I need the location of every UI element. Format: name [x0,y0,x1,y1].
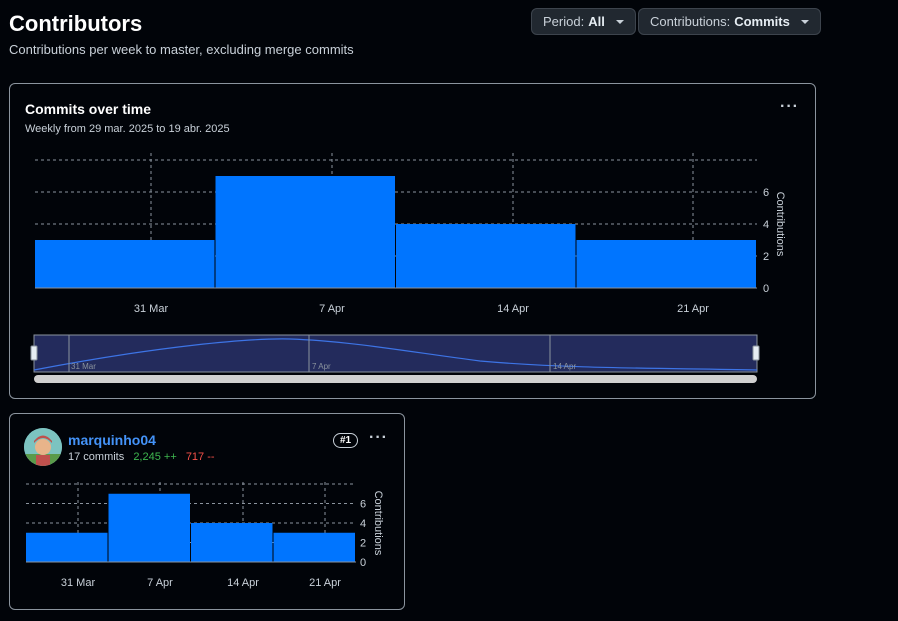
chart-navigator[interactable]: 31 Mar 7 Apr 14 Apr [10,84,815,398]
x-tick-label: 31 Mar [61,577,96,589]
navigator-range[interactable] [33,334,758,373]
navigator-right-handle[interactable] [752,345,760,361]
commits-over-time-card: Commits over time Weekly from 29 mar. 20… [9,83,816,399]
chart-bar [26,532,108,562]
navigator-scrollbar[interactable] [34,375,757,383]
y-tick-label: 6 [360,499,366,511]
x-tick-label: 7 Apr [147,577,173,589]
chart-bar [108,493,190,562]
x-tick-label: 14 Apr [227,577,259,589]
page-title: Contributors [9,11,143,36]
contributions-dropdown[interactable]: Contributions: Commits [638,8,821,35]
caret-down-icon [800,19,809,24]
navigator-tick-label: 14 Apr [553,362,576,371]
chart-bar [191,523,273,562]
period-dropdown[interactable]: Period: All [531,8,636,35]
y-tick-label: 4 [360,518,366,530]
period-value: All [588,14,605,29]
page-subtitle: Contributions per week to master, exclud… [9,42,354,57]
navigator-left-handle[interactable] [30,345,38,361]
contributor-card: marquinho04 17 commits 2,245 ++ 717 -- #… [9,413,405,610]
navigator-tick-label: 7 Apr [312,362,331,371]
x-tick-label: 21 Apr [309,577,341,589]
contributions-value: Commits [734,14,790,29]
contributor-chart-svg: 0 2 4 6 31 Mar 7 Apr 14 Apr 21 Apr Contributions [26,482,384,589]
caret-down-icon [615,19,624,24]
contributions-label: Contributions: [650,14,731,29]
chart-bar [273,532,355,562]
y-axis-label: Contributions [372,491,384,556]
y-tick-label: 0 [360,557,366,569]
y-tick-label: 2 [360,538,366,550]
navigator-tick-label: 31 Mar [71,362,96,371]
period-label: Period: [543,14,585,29]
